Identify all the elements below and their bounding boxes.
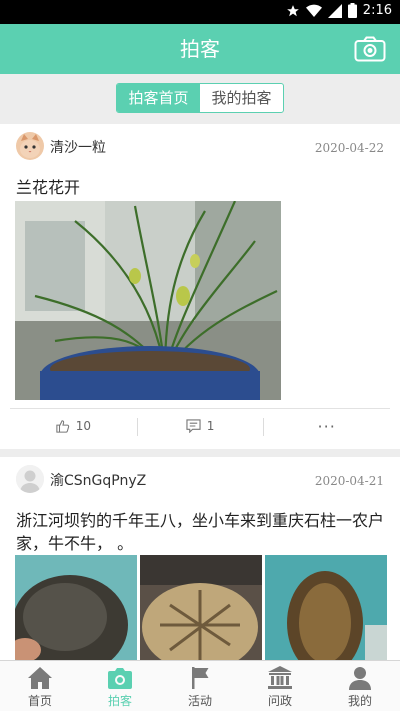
post-date: 2020-04-21: [314, 474, 384, 488]
orchid-photo: [15, 201, 281, 400]
thumbs-up-icon: [56, 420, 69, 433]
page-title: 拍客: [180, 37, 220, 61]
star-icon: [286, 4, 299, 16]
username[interactable]: 渝CSnGqPnyZ: [50, 470, 146, 490]
nav-paike[interactable]: 拍客: [80, 661, 160, 711]
battery-icon: [347, 3, 357, 18]
tab-bar: 拍客首页 我的拍客: [0, 74, 400, 124]
nav-paike-label: 拍客: [107, 694, 132, 708]
tab-my-paike[interactable]: 我的拍客: [200, 84, 283, 112]
camera-icon: [108, 668, 132, 689]
turtle-photo: [140, 555, 262, 660]
post-card[interactable]: 渝CSnGqPnyZ 2020-04-21 浙江河坝钓的千年王八，坐小车来到重庆…: [0, 457, 400, 660]
nav-wenzheng[interactable]: 问政: [240, 661, 320, 711]
turtle-photo: [265, 555, 387, 660]
photo-grid: [15, 555, 387, 660]
turtle-photo: [15, 555, 137, 660]
comment-button[interactable]: 1: [136, 409, 264, 443]
nav-mine[interactable]: 我的: [320, 661, 400, 711]
feed[interactable]: 清沙一粒 2020-04-22 兰花花开 10 1 ··· 渝CSnGqPnyZ…: [0, 124, 400, 660]
signal-icon: [327, 3, 342, 18]
bottom-nav: 首页 拍客 活动 问政 我的: [0, 660, 400, 711]
comment-count: 1: [206, 419, 215, 433]
avatar[interactable]: [16, 132, 44, 160]
nav-activity[interactable]: 活动: [160, 661, 240, 711]
flag-icon: [192, 667, 209, 689]
username[interactable]: 清沙一粒: [50, 137, 106, 157]
post-header: 渝CSnGqPnyZ 2020-04-21: [0, 457, 400, 501]
tab-paike-home[interactable]: 拍客首页: [117, 84, 200, 112]
camera-icon: [354, 36, 386, 62]
post-photo-thumb[interactable]: [265, 555, 387, 660]
like-button[interactable]: 10: [10, 409, 137, 443]
government-building-icon: [268, 666, 292, 689]
status-time: 2:16: [362, 3, 392, 18]
post-photo-thumb[interactable]: [140, 555, 262, 660]
post-actions: 10 1 ···: [10, 408, 390, 443]
home-icon: [28, 667, 52, 689]
cat-avatar-icon: [16, 132, 44, 160]
default-user-avatar-icon: [16, 465, 44, 493]
nav-home-label: 首页: [27, 694, 52, 708]
post-text: 浙江河坝钓的千年王八，坐小车来到重庆石柱一农户家，牛不牛， 。: [16, 511, 385, 553]
nav-wenzheng-label: 问政: [267, 694, 292, 708]
post-header: 清沙一粒 2020-04-22: [0, 124, 400, 168]
camera-button[interactable]: [354, 36, 386, 62]
post-date: 2020-04-22: [314, 141, 384, 155]
app-header: 拍客: [0, 24, 400, 74]
like-count: 10: [75, 419, 91, 433]
segmented-control: 拍客首页 我的拍客: [116, 83, 284, 113]
more-button[interactable]: ···: [263, 409, 390, 443]
avatar[interactable]: [16, 465, 44, 493]
comment-icon: [186, 419, 201, 433]
post-photo-thumb[interactable]: [15, 555, 137, 660]
post-photo[interactable]: [15, 201, 281, 400]
user-icon: [349, 667, 371, 690]
post-card[interactable]: 清沙一粒 2020-04-22 兰花花开 10 1 ···: [0, 124, 400, 449]
status-bar: 2:16: [0, 0, 400, 24]
more-icon: ···: [317, 416, 336, 436]
post-text: 兰花花开: [16, 178, 81, 197]
wifi-icon: [305, 4, 322, 17]
nav-mine-label: 我的: [347, 694, 372, 708]
nav-activity-label: 活动: [187, 694, 212, 708]
nav-home[interactable]: 首页: [0, 661, 80, 711]
